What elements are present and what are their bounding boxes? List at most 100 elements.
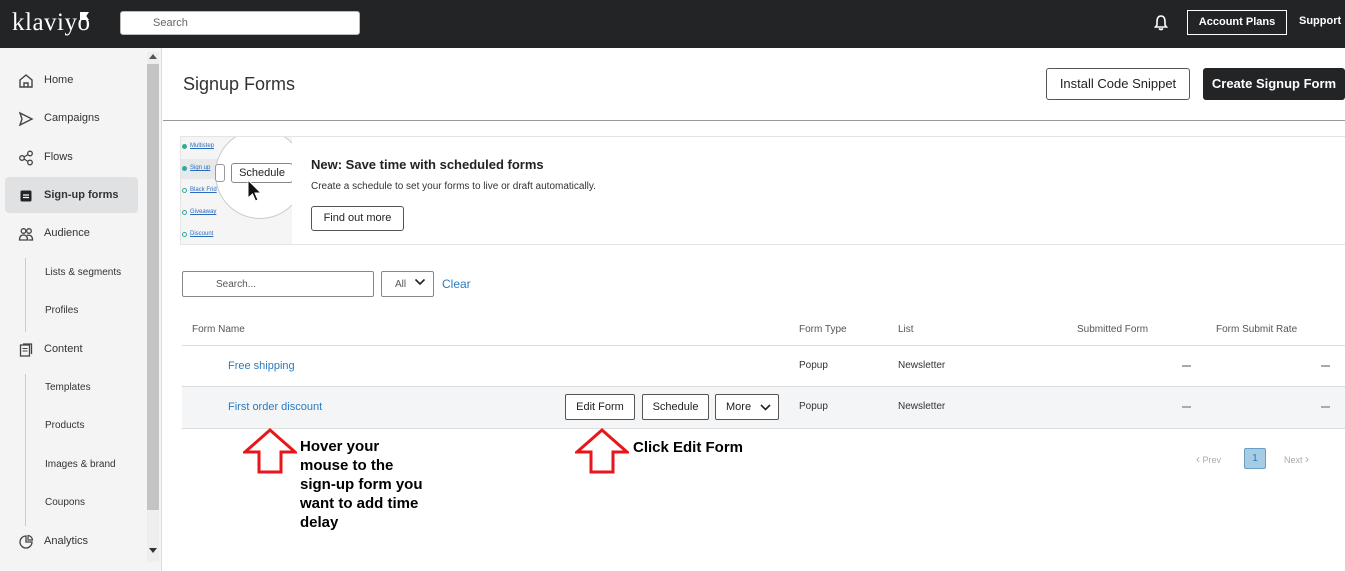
hover-instruction-line: Hover your: [300, 438, 380, 455]
scroll-up-icon[interactable]: [149, 54, 157, 59]
prev-label: Prev: [1202, 455, 1222, 465]
install-code-snippet-button[interactable]: Install Code Snippet: [1046, 68, 1190, 100]
clear-filters-link[interactable]: Clear: [442, 277, 471, 291]
scheduled-forms-banner: Multistep Sign up Black Frid Giveaway Di…: [180, 136, 1345, 245]
sidebar-item-audience[interactable]: Audience: [5, 215, 138, 251]
more-actions-button[interactable]: More: [715, 394, 779, 420]
illustration-item: Discount: [190, 231, 214, 237]
scroll-down-icon[interactable]: [149, 548, 157, 553]
illustration-item: Giveaway: [190, 209, 217, 215]
cursor-icon: [247, 179, 263, 202]
up-arrow-icon: [243, 428, 297, 474]
status-dot-icon: [182, 188, 187, 193]
column-header-list[interactable]: List: [898, 324, 914, 335]
sidebar-item-home[interactable]: Home: [5, 62, 138, 98]
home-icon: [19, 74, 33, 88]
chevron-down-icon: [760, 404, 771, 411]
sidebar-item-content[interactable]: Content: [5, 331, 138, 367]
account-plans-button[interactable]: Account Plans: [1187, 10, 1287, 35]
illustration-item: Multistep: [190, 143, 215, 149]
page-title: Signup Forms: [183, 74, 296, 94]
status-dot-icon: [182, 166, 187, 171]
banner-illustration: Multistep Sign up Black Frid Giveaway Di…: [181, 137, 292, 244]
content-subtree-line: [25, 374, 26, 526]
sidebar-scrollbar-thumb[interactable]: [147, 64, 159, 510]
status-dot-icon: [182, 144, 187, 149]
chevron-right-icon: ›: [1305, 452, 1310, 466]
header-divider: [163, 120, 1345, 121]
top-search-input[interactable]: Search: [120, 11, 360, 35]
hover-instruction-line: mouse to the: [300, 457, 394, 474]
form-type-cell: Popup: [799, 360, 828, 371]
sidebar-subitem-products[interactable]: Products: [45, 420, 84, 431]
form-type-cell: Popup: [799, 401, 828, 412]
sidebar-item-flows[interactable]: Flows: [5, 139, 138, 175]
status-dot-icon: [182, 232, 187, 237]
send-icon: [18, 111, 34, 127]
edit-form-button[interactable]: Edit Form: [565, 394, 635, 420]
illustration-box: [215, 164, 225, 182]
list-cell: Newsletter: [898, 360, 946, 371]
find-out-more-button[interactable]: Find out more: [311, 206, 404, 231]
table-divider: [182, 345, 1345, 346]
sidebar-item-label: Content: [44, 343, 83, 355]
hover-instruction: Hover your mouse to the sign-up form you…: [300, 437, 423, 532]
banner-title: New: Save time with scheduled forms: [311, 157, 544, 172]
pagination-prev[interactable]: ‹ Prev: [1196, 452, 1221, 466]
schedule-button[interactable]: Schedule: [642, 394, 709, 420]
sidebar-item-label: Audience: [44, 227, 90, 239]
table-divider: [182, 428, 1345, 429]
up-arrow-icon: [575, 428, 629, 474]
sidebar-subitem-images-brand[interactable]: Images & brand: [45, 459, 116, 470]
sidebar-item-analytics[interactable]: Analytics: [5, 523, 138, 559]
pagination-next[interactable]: Next ›: [1284, 452, 1309, 466]
sidebar-subitem-templates[interactable]: Templates: [45, 382, 91, 393]
banner-description: Create a schedule to set your forms to l…: [311, 181, 596, 192]
support-link[interactable]: Support: [1299, 15, 1341, 27]
more-label: More: [726, 401, 752, 413]
column-header-form-type[interactable]: Form Type: [799, 324, 847, 335]
sidebar-item-signup-forms[interactable]: Sign-up forms: [5, 177, 138, 213]
form-filter-select[interactable]: All: [381, 271, 434, 297]
sidebar-item-campaigns[interactable]: Campaigns: [5, 100, 138, 136]
sidebar: Home Campaigns Flows Sign-up forms Audie…: [0, 48, 162, 571]
sidebar-subitem-coupons[interactable]: Coupons: [45, 497, 85, 508]
sidebar-item-label: Campaigns: [44, 112, 100, 124]
flow-icon: [19, 150, 33, 166]
click-instruction: Click Edit Form: [633, 439, 744, 456]
top-bar: klaviyo Search Account Plans Support: [0, 0, 1345, 48]
status-dot-icon: [182, 210, 187, 215]
sidebar-subitem-profiles[interactable]: Profiles: [45, 305, 78, 316]
empty-value-dash: [1321, 406, 1330, 408]
sidebar-subitem-lists-segments[interactable]: Lists & segments: [45, 267, 121, 278]
empty-value-dash: [1182, 365, 1191, 367]
column-header-form-name[interactable]: Form Name: [192, 324, 245, 335]
audience-subtree-line: [25, 258, 26, 332]
bell-icon[interactable]: [1152, 14, 1170, 32]
illustration-item: Black Frid: [190, 187, 217, 193]
list-cell: Newsletter: [898, 401, 946, 412]
sidebar-item-label: Analytics: [44, 535, 89, 547]
hover-instruction-line: sign-up form you: [300, 476, 423, 493]
content-icon: [19, 343, 33, 357]
pagination-page-current[interactable]: 1: [1244, 448, 1266, 469]
column-header-form-submit-rate[interactable]: Form Submit Rate: [1216, 324, 1297, 335]
form-icon: [20, 190, 32, 202]
klaviyo-logo[interactable]: klaviyo: [12, 9, 91, 37]
chart-icon: [19, 534, 34, 549]
hover-instruction-line: delay: [300, 514, 339, 531]
next-label: Next: [1284, 455, 1303, 465]
form-search-input[interactable]: Search...: [182, 271, 374, 297]
sidebar-item-label: Home: [44, 74, 74, 86]
chevron-left-icon: ‹: [1196, 452, 1200, 466]
empty-value-dash: [1321, 365, 1330, 367]
chevron-down-icon[interactable]: [414, 278, 426, 286]
empty-value-dash: [1182, 406, 1191, 408]
form-name-link[interactable]: Free shipping: [228, 360, 295, 372]
sidebar-item-label: Sign-up forms: [44, 189, 119, 201]
form-name-link[interactable]: First order discount: [228, 401, 322, 413]
create-signup-form-button[interactable]: Create Signup Form: [1203, 68, 1345, 100]
sidebar-item-label: Flows: [44, 151, 73, 163]
column-header-submitted-form[interactable]: Submitted Form: [1077, 324, 1148, 335]
people-icon: [18, 228, 34, 241]
